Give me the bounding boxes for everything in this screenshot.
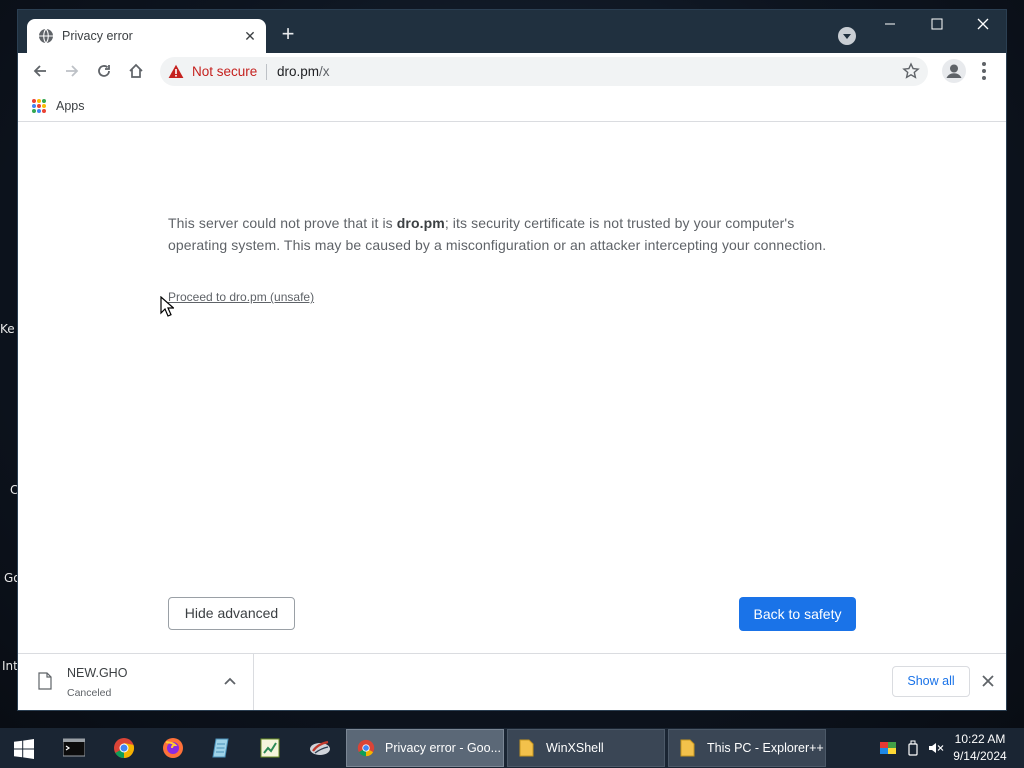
home-icon [129, 63, 143, 78]
url-path: /x [319, 64, 330, 79]
url-text[interactable]: dro.pm/x [277, 64, 330, 79]
minimize-button[interactable] [867, 12, 913, 42]
bookmark-star-icon[interactable] [902, 62, 920, 80]
color-tray-icon[interactable] [880, 740, 896, 756]
taskbar: Privacy error - Goo... WinXShell This PC… [0, 728, 1024, 768]
system-clock[interactable]: 10:22 AM 9/14/2024 [948, 731, 1012, 765]
profile-button[interactable] [942, 59, 966, 83]
desktop-icon-label-4[interactable]: Int [2, 659, 18, 673]
warning-icon[interactable] [168, 64, 184, 79]
show-all-downloads-button[interactable]: Show all [892, 666, 970, 697]
notepad-icon[interactable] [211, 737, 233, 759]
folder-icon [680, 739, 695, 757]
close-icon [977, 18, 989, 30]
close-window-button[interactable] [960, 12, 1006, 42]
advanced-text-host: dro.pm [396, 215, 445, 231]
menu-dot [982, 76, 986, 80]
apps-grid-icon [32, 99, 46, 113]
chevron-up-icon[interactable] [222, 674, 238, 690]
apps-shortcut[interactable]: Apps [32, 96, 85, 116]
tab-close-icon[interactable]: ✕ [242, 28, 258, 44]
address-bar[interactable]: Not secure dro.pm/x [160, 57, 928, 86]
maximize-button[interactable] [914, 12, 960, 42]
omnibox-divider [266, 64, 267, 80]
task-label: Privacy error - Goo... [385, 741, 501, 755]
forward-button[interactable] [59, 58, 85, 84]
windows-start-icon[interactable] [14, 739, 34, 759]
page-content: This server could not prove that it is d… [18, 122, 1006, 653]
hide-advanced-button[interactable]: Hide advanced [168, 597, 295, 630]
spreadsheet-icon[interactable] [259, 737, 281, 759]
bookmarks-bar: Apps [18, 90, 1006, 122]
close-shelf-icon[interactable] [980, 673, 996, 689]
arrow-left-icon [33, 65, 46, 77]
usb-drive-icon[interactable] [905, 740, 921, 756]
clock-date: 9/14/2024 [953, 749, 1007, 763]
task-explorer[interactable]: This PC - Explorer++ [668, 729, 826, 767]
arrow-right-icon [66, 65, 79, 77]
globe-icon [39, 28, 53, 44]
reload-icon [98, 65, 110, 77]
menu-dot [982, 62, 986, 66]
task-winxshell[interactable]: WinXShell [507, 729, 665, 767]
tab-privacy-error[interactable]: Privacy error ✕ [27, 19, 266, 53]
chrome-icon [357, 739, 375, 757]
browser-toolbar: Not secure dro.pm/x [18, 53, 1006, 90]
download-status: Canceled [67, 687, 112, 699]
home-button[interactable] [123, 58, 149, 84]
download-shelf: NEW.GHO Canceled Show all [18, 653, 1006, 710]
task-label: This PC - Explorer++ [707, 741, 824, 755]
reload-button[interactable] [91, 58, 117, 84]
browser-titlebar[interactable]: Privacy error ✕ + [18, 10, 1006, 53]
mouse-cursor-icon [160, 296, 174, 317]
advanced-details-text: This server could not prove that it is d… [168, 212, 848, 256]
back-button[interactable] [27, 58, 53, 84]
chrome-icon[interactable] [113, 737, 135, 759]
not-secure-label[interactable]: Not secure [192, 64, 257, 79]
back-to-safety-button[interactable]: Back to safety [739, 597, 856, 631]
tab-title: Privacy error [62, 29, 133, 43]
advanced-text-part-1: This server could not prove that it is [168, 215, 397, 231]
menu-dot [982, 69, 986, 73]
clock-time: 10:22 AM [954, 732, 1006, 746]
user-icon [946, 64, 962, 78]
desktop-icon-label-1[interactable]: Ke [0, 322, 15, 336]
file-icon [38, 672, 52, 690]
browser-menu-button[interactable] [975, 59, 993, 83]
download-item[interactable]: NEW.GHO Canceled [18, 654, 254, 710]
url-host: dro.pm [277, 64, 320, 79]
minimize-icon [885, 23, 895, 25]
firefox-icon[interactable] [162, 737, 184, 759]
maximize-icon [931, 18, 943, 30]
browser-window: Privacy error ✕ + Not secure dro.pm/x Ap… [18, 10, 1006, 710]
task-label: WinXShell [546, 741, 604, 755]
proceed-unsafe-link[interactable]: Proceed to dro.pm (unsafe) [168, 290, 314, 304]
tool-icon[interactable] [309, 737, 331, 759]
task-chrome-privacy-error[interactable]: Privacy error - Goo... [346, 729, 504, 767]
terminal-icon[interactable] [63, 737, 85, 759]
apps-label: Apps [56, 99, 85, 113]
folder-icon [519, 739, 534, 757]
download-file-name: NEW.GHO [67, 666, 128, 680]
tab-search-button[interactable] [838, 27, 856, 45]
volume-muted-icon[interactable] [928, 740, 944, 756]
new-tab-button[interactable]: + [277, 23, 299, 46]
